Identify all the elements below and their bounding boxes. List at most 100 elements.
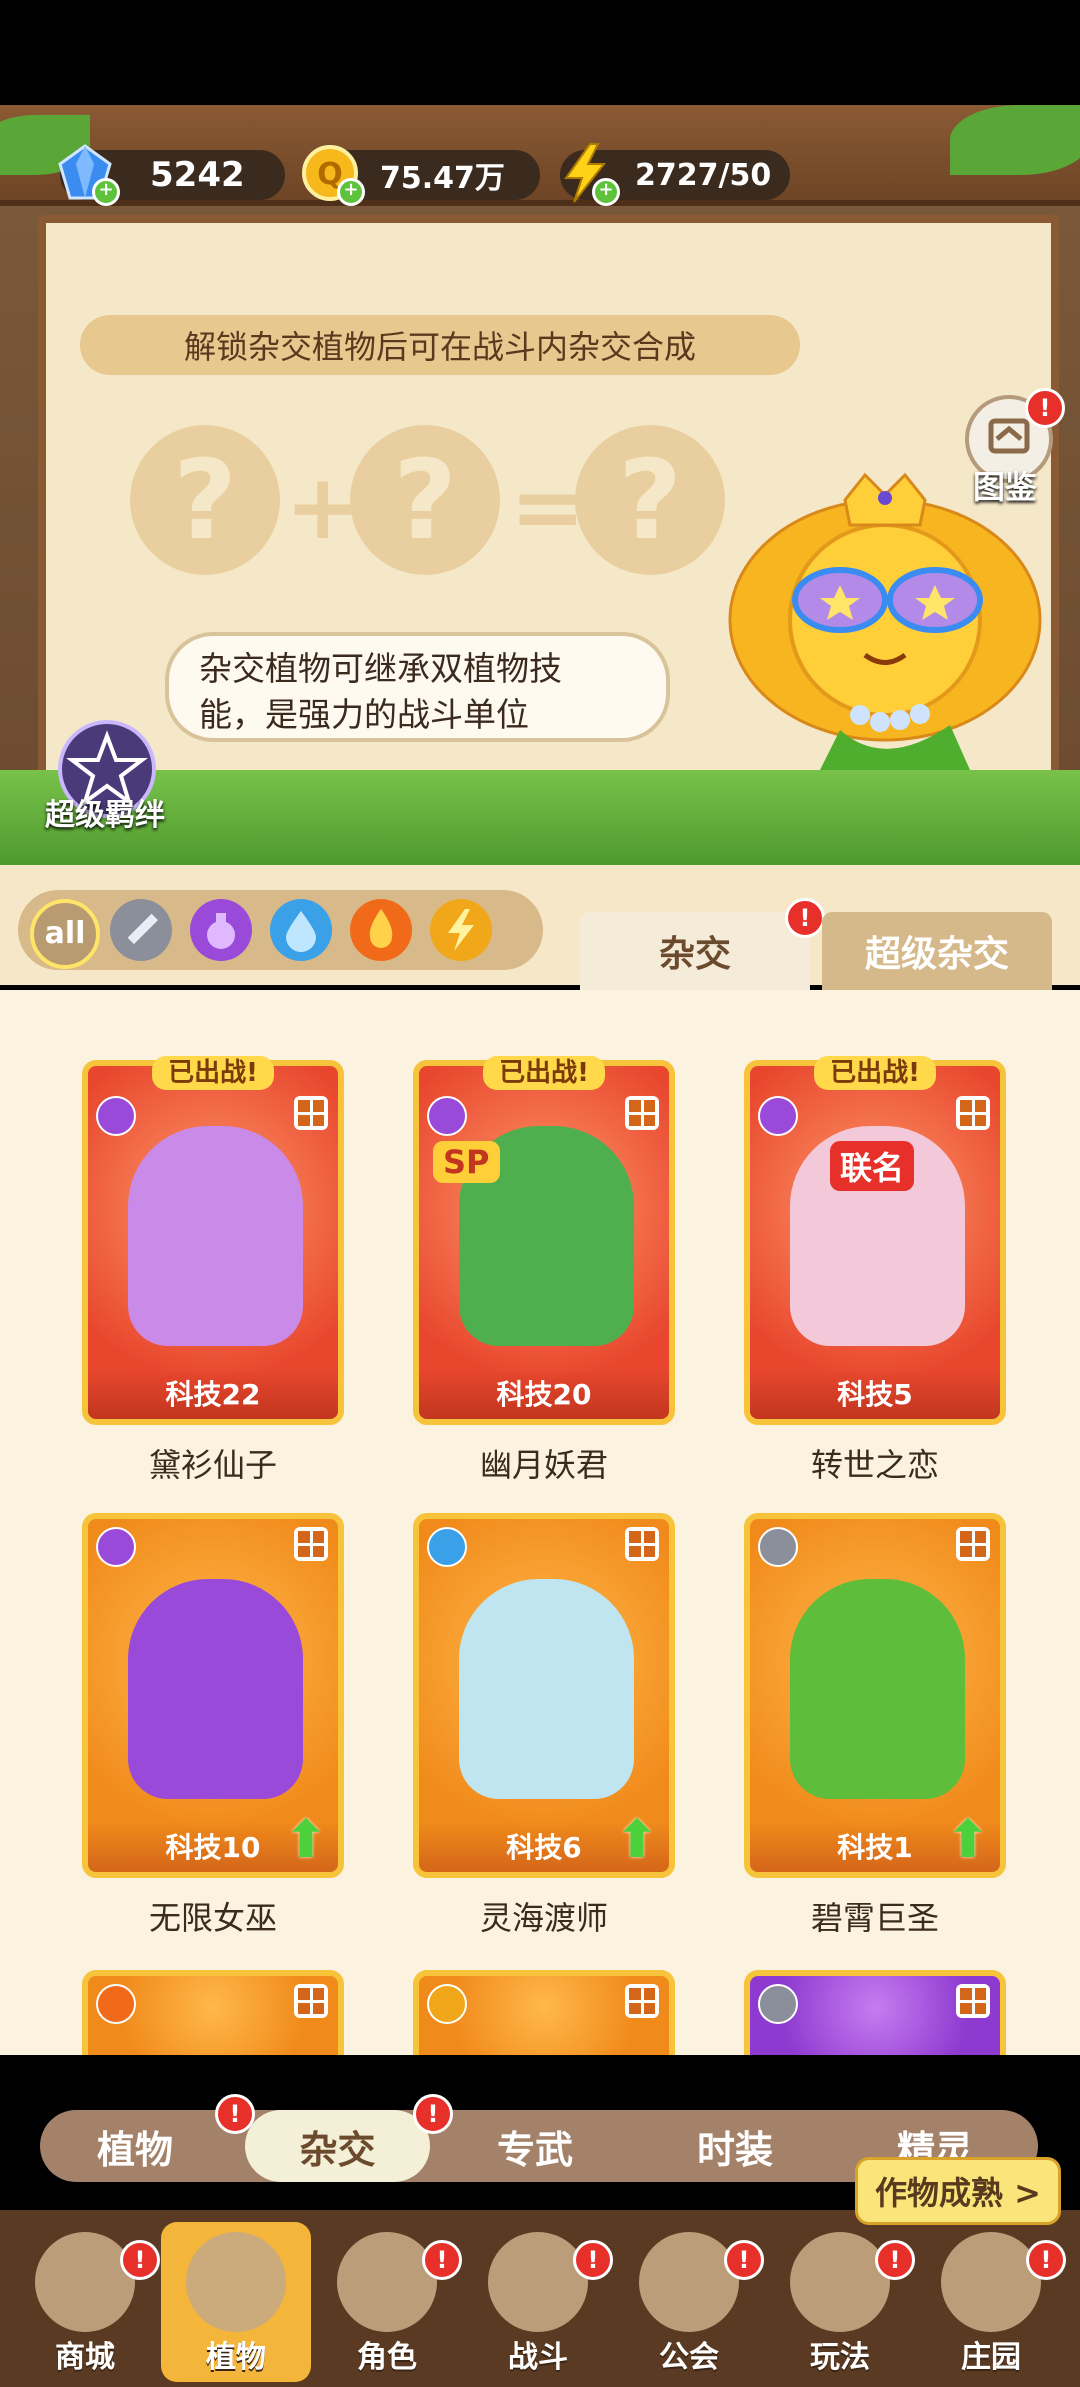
nav-label: 角色 bbox=[357, 2340, 417, 2375]
shop-icon bbox=[35, 2232, 135, 2332]
filter-all[interactable]: all bbox=[30, 899, 100, 969]
deployed-label: 已出战! bbox=[152, 1056, 274, 1090]
plant-name: 幽月妖君 bbox=[479, 1446, 608, 1484]
nav-label: 公会 bbox=[659, 2340, 719, 2375]
sword-icon[interactable] bbox=[110, 899, 172, 961]
card-tag: SP bbox=[433, 1141, 500, 1183]
deployed-badge: 已出战! bbox=[413, 1052, 675, 1090]
potion-icon bbox=[758, 1096, 798, 1136]
speech-bubble: 杂交植物可继承双植物技 能，是强力的战斗单位 bbox=[165, 632, 670, 742]
subtab-hybrid[interactable]: 杂交 bbox=[245, 2110, 430, 2182]
nav-badge: ! bbox=[120, 2240, 160, 2280]
status-bar-area bbox=[0, 0, 1080, 105]
battle-icon bbox=[488, 2232, 588, 2332]
tech-level: 科技22 bbox=[88, 1369, 338, 1419]
plant-portrait bbox=[128, 1579, 303, 1799]
manor-icon bbox=[941, 2232, 1041, 2332]
add-coins-icon[interactable]: + bbox=[337, 178, 365, 206]
potion-icon[interactable] bbox=[190, 899, 252, 961]
lightning-filter-icon[interactable] bbox=[430, 899, 492, 961]
plant-card-partial[interactable] bbox=[744, 1970, 1006, 2055]
codex-badge: ! bbox=[1025, 388, 1065, 428]
speech-line-1: 杂交植物可继承双植物技 bbox=[199, 649, 562, 688]
tab-super-hybrid[interactable]: 超级杂交 bbox=[822, 912, 1052, 990]
plant-portrait bbox=[790, 1579, 965, 1799]
subtab-plants-badge: ! bbox=[215, 2094, 255, 2134]
guild-icon bbox=[639, 2232, 739, 2332]
plant-card[interactable]: 联名科技5 bbox=[744, 1060, 1006, 1425]
card-tag: 联名 bbox=[830, 1141, 915, 1191]
lightning-icon bbox=[427, 1984, 467, 2024]
add-gems-icon[interactable]: + bbox=[92, 178, 120, 206]
upgrade-arrow-icon: ⬆ bbox=[284, 1810, 328, 1870]
plant-name: 灵海渡师 bbox=[479, 1899, 608, 1937]
slot-grid-icon bbox=[294, 1527, 328, 1561]
slot-grid-icon bbox=[956, 1096, 990, 1130]
fire-icon bbox=[96, 1984, 136, 2024]
gem-value: 5242 bbox=[150, 155, 245, 195]
nav-badge: ! bbox=[875, 2240, 915, 2280]
tab-hybrid[interactable]: 杂交 bbox=[580, 912, 810, 990]
plant-card[interactable]: 科技6 ⬆ bbox=[413, 1513, 675, 1878]
water-icon[interactable] bbox=[270, 899, 332, 961]
water-icon bbox=[427, 1527, 467, 1567]
slot-grid-icon bbox=[294, 1984, 328, 2018]
nav-label: 战斗 bbox=[508, 2340, 568, 2375]
deployed-label: 已出战! bbox=[814, 1056, 936, 1090]
sword-icon bbox=[758, 1984, 798, 2024]
nav-badge: ! bbox=[422, 2240, 462, 2280]
codex-label: 图鉴 bbox=[972, 468, 1037, 506]
upgrade-arrow-icon: ⬆ bbox=[946, 1810, 990, 1870]
slot-grid-icon bbox=[625, 1527, 659, 1561]
nav-plants[interactable]: 植物 bbox=[161, 2222, 311, 2382]
coin-counter[interactable]: Q + 75.47万 bbox=[302, 145, 540, 206]
super-bond-label: 超级羁绊 bbox=[45, 798, 165, 833]
plant-portrait bbox=[128, 1126, 303, 1346]
subtab-exclusive-weapon[interactable]: 专武 bbox=[440, 2110, 630, 2182]
slot-grid-icon bbox=[294, 1096, 328, 1130]
energy-value: 2727/50 bbox=[635, 157, 772, 193]
nav-label: 玩法 bbox=[810, 2340, 870, 2375]
tech-level: 科技20 bbox=[419, 1369, 669, 1419]
plants-icon bbox=[186, 2232, 286, 2332]
plant-name: 黛衫仙子 bbox=[148, 1446, 277, 1484]
unlock-hint-banner: 解锁杂交植物后可在战斗内杂交合成 bbox=[80, 315, 800, 375]
sunflower-character bbox=[720, 470, 1050, 770]
plant-card[interactable]: 科技1 ⬆ bbox=[744, 1513, 1006, 1878]
unknown-plant-slot-1: ? bbox=[130, 425, 280, 575]
plant-name: 无限女巫 bbox=[148, 1899, 277, 1937]
nav-badge: ! bbox=[573, 2240, 613, 2280]
plant-card[interactable]: 科技10 ⬆ bbox=[82, 1513, 344, 1878]
plant-card[interactable]: 科技22 bbox=[82, 1060, 344, 1425]
gem-counter[interactable]: + 5242 bbox=[58, 144, 285, 206]
tech-level: 科技5 bbox=[750, 1369, 1000, 1419]
plant-name: 碧霄巨圣 bbox=[810, 1899, 939, 1937]
plant-portrait bbox=[459, 1579, 634, 1799]
nav-badge: ! bbox=[724, 2240, 764, 2280]
fire-icon[interactable] bbox=[350, 899, 412, 961]
nav-label: 庄园 bbox=[961, 2340, 1021, 2375]
add-energy-icon[interactable]: + bbox=[592, 178, 620, 206]
nav-label: 植物 bbox=[206, 2340, 266, 2375]
sword-icon bbox=[758, 1527, 798, 1567]
plus-sign: + bbox=[285, 455, 361, 560]
equals-sign: = bbox=[510, 455, 586, 560]
element-filter-bar: all bbox=[18, 890, 543, 970]
nav-badge: ! bbox=[1026, 2240, 1066, 2280]
subtab-plants[interactable]: 植物 bbox=[40, 2110, 230, 2182]
slot-grid-icon bbox=[625, 1096, 659, 1130]
nav-label: 商城 bbox=[55, 2340, 115, 2375]
plant-card[interactable]: SP 科技20 bbox=[413, 1060, 675, 1425]
energy-counter[interactable]: + 2727/50 bbox=[560, 143, 790, 206]
potion-icon bbox=[96, 1096, 136, 1136]
tab-hybrid-badge: ! bbox=[785, 898, 825, 938]
upgrade-arrow-icon: ⬆ bbox=[615, 1810, 659, 1870]
subtab-costume[interactable]: 时装 bbox=[640, 2110, 830, 2182]
deployed-badge: 已出战! bbox=[744, 1052, 1006, 1090]
plant-name: 转世之恋 bbox=[810, 1446, 939, 1484]
crop-ripe-button[interactable]: 作物成熟 > bbox=[855, 2157, 1061, 2225]
plant-card-partial[interactable] bbox=[413, 1970, 675, 2055]
deployed-label: 已出战! bbox=[483, 1056, 605, 1090]
subtab-hybrid-badge: ! bbox=[413, 2094, 453, 2134]
plant-card-partial[interactable] bbox=[82, 1970, 344, 2055]
